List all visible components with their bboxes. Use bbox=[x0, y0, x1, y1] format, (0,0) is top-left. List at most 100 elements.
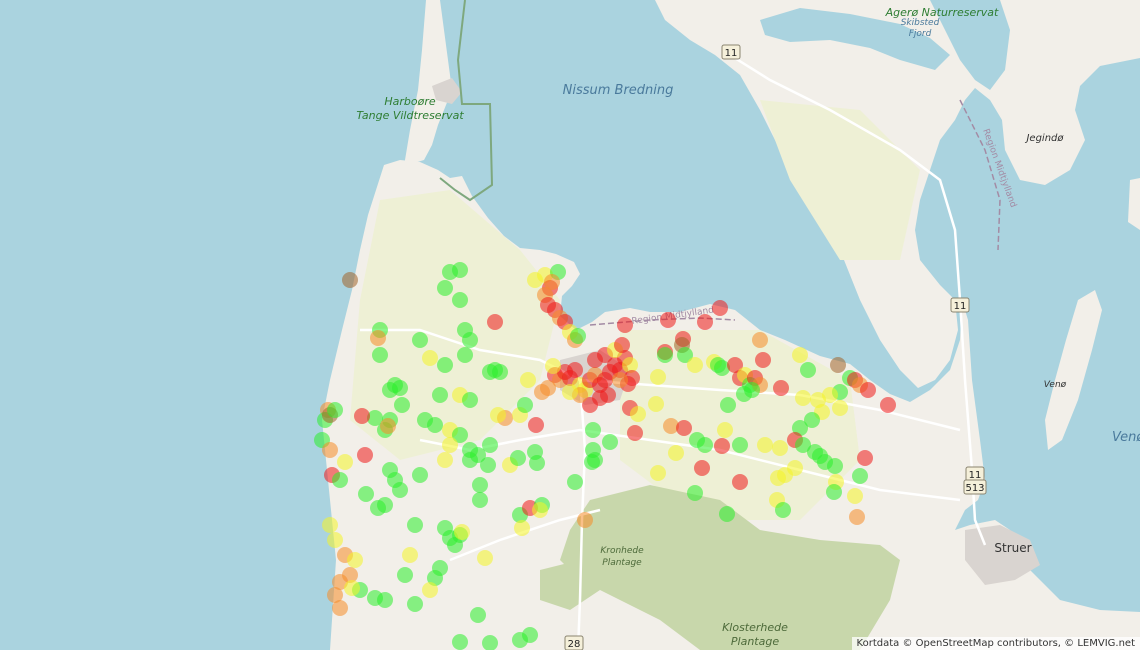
map-marker-green[interactable] bbox=[394, 397, 410, 413]
map-marker-yellow[interactable] bbox=[442, 437, 458, 453]
map-marker-orange[interactable] bbox=[380, 418, 396, 434]
map-marker-green[interactable] bbox=[437, 280, 453, 296]
map-marker-yellow[interactable] bbox=[650, 369, 666, 385]
map-marker-red[interactable] bbox=[860, 382, 876, 398]
map-marker-green[interactable] bbox=[826, 484, 842, 500]
map-marker-orange[interactable] bbox=[849, 509, 865, 525]
map-marker-red[interactable] bbox=[528, 417, 544, 433]
map-marker-green[interactable] bbox=[457, 347, 473, 363]
map-marker-yellow[interactable] bbox=[322, 517, 338, 533]
map-marker-green[interactable] bbox=[462, 452, 478, 468]
map-marker-red[interactable] bbox=[773, 380, 789, 396]
map-marker-green[interactable] bbox=[407, 517, 423, 533]
map-marker-green[interactable] bbox=[482, 364, 498, 380]
map-marker-red[interactable] bbox=[354, 408, 370, 424]
map-marker-green[interactable] bbox=[512, 632, 528, 648]
map-marker-green[interactable] bbox=[602, 434, 618, 450]
map-marker-green[interactable] bbox=[470, 607, 486, 623]
map-marker-green[interactable] bbox=[517, 397, 533, 413]
map-marker-red[interactable] bbox=[880, 397, 896, 413]
map-marker-green[interactable] bbox=[657, 347, 673, 363]
map-marker-green[interactable] bbox=[827, 458, 843, 474]
map-marker-yellow[interactable] bbox=[514, 520, 530, 536]
map-marker-yellow[interactable] bbox=[422, 350, 438, 366]
map-marker-yellow[interactable] bbox=[402, 547, 418, 563]
map-marker-green[interactable] bbox=[472, 492, 488, 508]
map-marker-green[interactable] bbox=[585, 422, 601, 438]
map-marker-yellow[interactable] bbox=[630, 406, 646, 422]
map-marker-red[interactable] bbox=[567, 362, 583, 378]
map-marker-yellow[interactable] bbox=[787, 460, 803, 476]
map-marker-green[interactable] bbox=[327, 402, 343, 418]
map-marker-yellow[interactable] bbox=[792, 347, 808, 363]
map-marker-red[interactable] bbox=[712, 300, 728, 316]
map-marker-orange[interactable] bbox=[370, 330, 386, 346]
map-marker-yellow[interactable] bbox=[757, 437, 773, 453]
map-marker-yellow[interactable] bbox=[490, 407, 506, 423]
map-marker-green[interactable] bbox=[452, 292, 468, 308]
map-marker-yellow[interactable] bbox=[454, 524, 470, 540]
map-attribution[interactable]: Kortdata © OpenStreetMap contributors, ©… bbox=[851, 637, 1140, 650]
map-marker-yellow[interactable] bbox=[337, 454, 353, 470]
map-marker-green[interactable] bbox=[584, 454, 600, 470]
map-marker-green[interactable] bbox=[480, 457, 496, 473]
map-marker-green[interactable] bbox=[462, 392, 478, 408]
map-marker-green[interactable] bbox=[442, 264, 458, 280]
map-marker-green[interactable] bbox=[732, 437, 748, 453]
map-marker-green[interactable] bbox=[510, 450, 526, 466]
map-marker-red[interactable] bbox=[487, 314, 503, 330]
map-canvas[interactable]: Nissum Bredning Harboøre Tange Vildtrese… bbox=[0, 0, 1140, 650]
map-marker-green[interactable] bbox=[775, 502, 791, 518]
map-marker-yellow[interactable] bbox=[477, 550, 493, 566]
map-marker-green[interactable] bbox=[719, 506, 735, 522]
map-marker-yellow[interactable] bbox=[847, 488, 863, 504]
map-marker-green[interactable] bbox=[412, 467, 428, 483]
map-marker-red[interactable] bbox=[857, 450, 873, 466]
map-marker-yellow[interactable] bbox=[772, 440, 788, 456]
map-marker-red[interactable] bbox=[617, 317, 633, 333]
map-marker-yellow[interactable] bbox=[422, 582, 438, 598]
map-marker-red[interactable] bbox=[694, 460, 710, 476]
map-marker-green[interactable] bbox=[720, 397, 736, 413]
map-marker-orange[interactable] bbox=[577, 512, 593, 528]
map-marker-yellow[interactable] bbox=[327, 532, 343, 548]
map-marker-green[interactable] bbox=[392, 482, 408, 498]
map-container[interactable]: Nissum Bredning Harboøre Tange Vildtrese… bbox=[0, 0, 1140, 650]
map-marker-green[interactable] bbox=[372, 347, 388, 363]
map-marker-green[interactable] bbox=[377, 592, 393, 608]
map-marker-red[interactable] bbox=[614, 337, 630, 353]
map-marker-green[interactable] bbox=[332, 472, 348, 488]
map-marker-yellow[interactable] bbox=[562, 384, 578, 400]
map-marker-yellow[interactable] bbox=[687, 357, 703, 373]
map-marker-yellow[interactable] bbox=[795, 390, 811, 406]
map-marker-brown[interactable] bbox=[342, 272, 358, 288]
map-marker-green[interactable] bbox=[358, 486, 374, 502]
map-marker-yellow[interactable] bbox=[545, 358, 561, 374]
map-marker-green[interactable] bbox=[452, 634, 468, 650]
map-marker-brown[interactable] bbox=[830, 357, 846, 373]
map-marker-orange[interactable] bbox=[332, 600, 348, 616]
map-marker-yellow[interactable] bbox=[344, 580, 360, 596]
map-marker-green[interactable] bbox=[570, 328, 586, 344]
map-marker-green[interactable] bbox=[710, 357, 726, 373]
map-marker-yellow[interactable] bbox=[650, 465, 666, 481]
map-marker-yellow[interactable] bbox=[717, 422, 733, 438]
map-marker-green[interactable] bbox=[472, 477, 488, 493]
map-marker-green[interactable] bbox=[370, 500, 386, 516]
map-marker-red[interactable] bbox=[732, 474, 748, 490]
map-marker-yellow[interactable] bbox=[668, 445, 684, 461]
map-marker-red[interactable] bbox=[660, 312, 676, 328]
map-marker-orange[interactable] bbox=[534, 384, 550, 400]
map-marker-yellow[interactable] bbox=[832, 400, 848, 416]
map-marker-green[interactable] bbox=[529, 455, 545, 471]
map-marker-green[interactable] bbox=[567, 474, 583, 490]
map-marker-red[interactable] bbox=[357, 447, 373, 463]
map-marker-green[interactable] bbox=[462, 332, 478, 348]
map-marker-yellow[interactable] bbox=[532, 502, 548, 518]
map-marker-yellow[interactable] bbox=[520, 372, 536, 388]
map-marker-orange[interactable] bbox=[322, 442, 338, 458]
map-marker-green[interactable] bbox=[397, 567, 413, 583]
map-marker-yellow[interactable] bbox=[347, 552, 363, 568]
map-marker-green[interactable] bbox=[800, 362, 816, 378]
map-marker-green[interactable] bbox=[392, 380, 408, 396]
